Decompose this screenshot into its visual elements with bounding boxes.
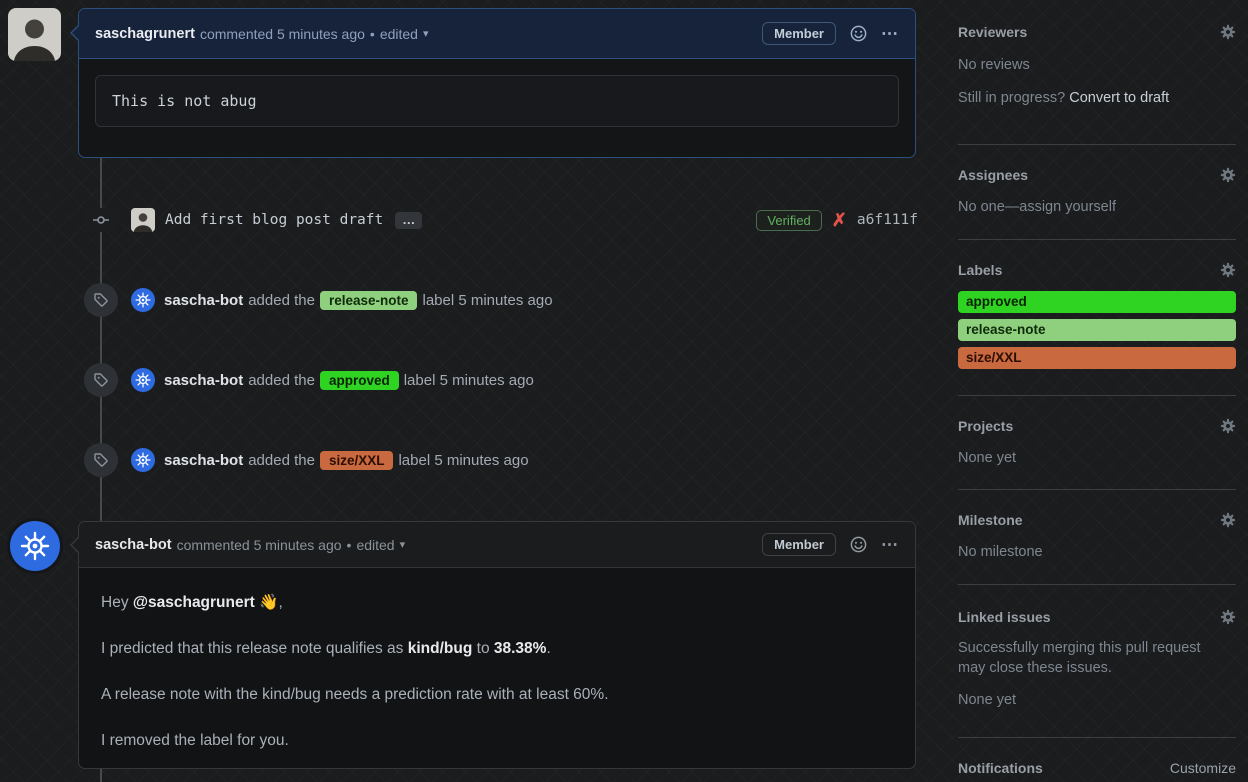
customize-link[interactable]: Customize <box>1170 760 1236 776</box>
tag-icon <box>84 363 118 397</box>
comment-options-kebab-icon[interactable]: ⋯ <box>881 25 899 42</box>
comment-header: saschagrunert commented 5 minutes ago • … <box>79 9 915 59</box>
comment-paragraph: A release note with the kind/bug needs a… <box>101 686 609 703</box>
check-failure-icon[interactable]: ✗ <box>832 210 847 231</box>
projects-empty-text: None yet <box>958 450 1017 466</box>
linked-issues-description: Successfully merging this pull request m… <box>958 640 1201 676</box>
avatar-sascha-bot-large[interactable] <box>10 521 60 571</box>
assign-yourself-link[interactable]: assign yourself <box>1019 199 1116 215</box>
assignees-empty-text: No one— <box>958 199 1020 215</box>
reviewers-title: Reviewers <box>958 24 1028 40</box>
caret-down-icon: ▾ <box>399 539 406 551</box>
comment-meta: commented 5 minutes ago <box>176 536 342 553</box>
avatar-sascha-bot[interactable] <box>131 368 155 392</box>
meta-separator: • <box>369 25 375 42</box>
sidebar-section-reviewers: Reviewers No reviews Still in progress? … <box>958 0 1236 145</box>
add-reaction-button[interactable] <box>850 536 867 553</box>
event-text: added the <box>248 291 315 309</box>
comment-paragraph: I predicted that this release note quali… <box>101 640 551 657</box>
gear-icon[interactable] <box>1220 262 1236 278</box>
comment-meta: commented 5 minutes ago <box>199 25 365 42</box>
code-block: This is not abug <box>95 75 899 127</box>
convert-to-draft-link[interactable]: Convert to draft <box>1069 90 1169 106</box>
sidebar-label-release-note[interactable]: release-note <box>958 319 1236 341</box>
pr-sidebar: Reviewers No reviews Still in progress? … <box>958 0 1236 782</box>
commit-sha-link[interactable]: a6f111f <box>857 212 918 228</box>
progress-question-text: Still in progress? <box>958 90 1066 106</box>
tag-icon <box>84 443 118 477</box>
linked-issues-empty-text: None yet <box>958 692 1017 708</box>
sidebar-section-assignees: Assignees No one—assign yourself <box>958 145 1236 240</box>
event-text: label 5 minutes ago <box>403 371 534 389</box>
label-pill[interactable]: release-note <box>319 290 418 310</box>
gear-icon[interactable] <box>1220 24 1236 40</box>
projects-title: Projects <box>958 418 1014 434</box>
caret-down-icon: ▾ <box>422 28 429 40</box>
sidebar-label-approved[interactable]: approved <box>958 291 1236 313</box>
sidebar-label-size-xxl[interactable]: size/XXL <box>958 347 1236 369</box>
timeline-event-label-added: sascha-bot added the release-note label … <box>84 282 918 318</box>
event-actor-link[interactable]: sascha-bot <box>164 452 243 469</box>
milestone-empty-text: No milestone <box>958 544 1043 560</box>
comment-body: This is not abug <box>79 59 915 143</box>
git-commit-icon <box>85 208 117 232</box>
event-text: added the <box>248 371 315 389</box>
linked-issues-title: Linked issues <box>958 609 1051 625</box>
gear-icon[interactable] <box>1220 167 1236 183</box>
verified-badge[interactable]: Verified <box>756 209 822 231</box>
label-pill[interactable]: approved <box>319 370 399 390</box>
member-badge: Member <box>762 533 836 556</box>
gear-icon[interactable] <box>1220 418 1236 434</box>
commit-message-link[interactable]: Add first blog post draft <box>165 212 383 228</box>
sidebar-section-milestone: Milestone No milestone <box>958 490 1236 585</box>
timeline-event-label-added: sascha-bot added the size/XXL label 5 mi… <box>84 442 918 478</box>
event-text: label 5 minutes ago <box>422 291 553 309</box>
commit-row: Add first blog post draft … Verified ✗ a… <box>85 202 918 238</box>
commit-author-avatar[interactable] <box>131 208 155 232</box>
gear-icon[interactable] <box>1220 609 1236 625</box>
notifications-title: Notifications <box>958 760 1043 776</box>
author-link[interactable]: sascha-bot <box>95 537 172 553</box>
comment-paragraph: Hey @saschagrunert 👋, <box>101 594 283 611</box>
author-link[interactable]: saschagrunert <box>95 26 195 42</box>
sidebar-section-notifications: Notifications Customize <box>958 738 1236 782</box>
labels-title: Labels <box>958 262 1003 278</box>
sidebar-section-labels: Labels approved release-note size/XXL <box>958 240 1236 396</box>
event-actor-link[interactable]: sascha-bot <box>164 372 243 389</box>
tag-icon <box>84 283 118 317</box>
comment-sascha-bot: sascha-bot commented 5 minutes ago • edi… <box>70 521 916 769</box>
comment-saschagrunert: saschagrunert commented 5 minutes ago • … <box>70 8 916 158</box>
comment-header: sascha-bot commented 5 minutes ago • edi… <box>79 522 915 568</box>
wave-emoji: 👋 <box>259 594 279 611</box>
edited-dropdown[interactable]: edited <box>380 26 418 42</box>
reviewers-empty-text: No reviews <box>958 57 1030 73</box>
commit-expander-button[interactable]: … <box>395 211 423 229</box>
meta-separator: • <box>346 536 352 553</box>
comment-body: Hey @saschagrunert 👋, I predicted that t… <box>79 568 915 782</box>
label-pill[interactable]: size/XXL <box>319 450 394 470</box>
gear-icon[interactable] <box>1220 512 1236 528</box>
comment-paragraph: I removed the label for you. <box>101 732 289 749</box>
edited-dropdown[interactable]: edited <box>356 537 394 553</box>
avatar-sascha-bot[interactable] <box>131 448 155 472</box>
pull-request-page: saschagrunert commented 5 minutes ago • … <box>0 0 1248 782</box>
event-actor-link[interactable]: sascha-bot <box>164 292 243 309</box>
event-text: added the <box>248 451 315 469</box>
assignees-title: Assignees <box>958 167 1029 183</box>
event-text: label 5 minutes ago <box>398 451 529 469</box>
add-reaction-button[interactable] <box>850 25 867 42</box>
avatar-saschagrunert[interactable] <box>8 8 61 61</box>
sidebar-section-linked-issues: Linked issues Successfully merging this … <box>958 585 1236 738</box>
comment-options-kebab-icon[interactable]: ⋯ <box>881 536 899 553</box>
timeline-event-label-added: sascha-bot added the approved label 5 mi… <box>84 362 918 398</box>
sidebar-section-projects: Projects None yet <box>958 396 1236 490</box>
mention-link[interactable]: @saschagrunert <box>133 594 255 611</box>
milestone-title: Milestone <box>958 512 1023 528</box>
avatar-sascha-bot[interactable] <box>131 288 155 312</box>
member-badge: Member <box>762 22 836 45</box>
